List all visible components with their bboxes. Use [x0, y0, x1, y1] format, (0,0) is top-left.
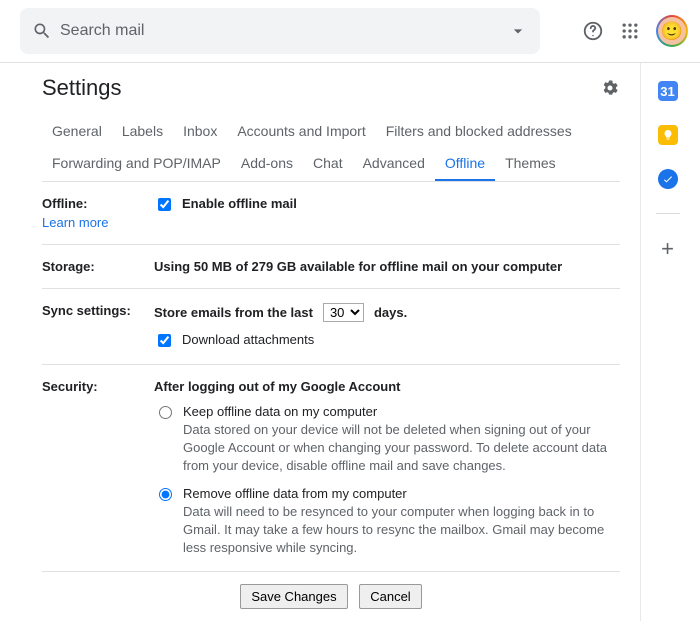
tab-filters-and-blocked-addresses[interactable]: Filters and blocked addresses [376, 115, 582, 147]
tab-labels[interactable]: Labels [112, 115, 173, 147]
tab-add-ons[interactable]: Add-ons [231, 147, 303, 181]
offline-label: Offline: [42, 196, 88, 211]
tab-inbox[interactable]: Inbox [173, 115, 227, 147]
sidepanel-divider [656, 213, 680, 214]
security-heading: After logging out of my Google Account [154, 379, 620, 394]
tab-general[interactable]: General [42, 115, 112, 147]
dropdown-icon[interactable] [508, 21, 528, 41]
sync-suffix: days. [374, 305, 407, 320]
storage-text: Using 50 MB of 279 GB available for offl… [154, 259, 620, 274]
section-sync: Sync settings: Store emails from the las… [42, 288, 620, 364]
download-attachments-checkbox[interactable] [158, 334, 171, 347]
side-panel: 31 + [640, 63, 694, 621]
topbar-right: 🙂 [582, 15, 688, 47]
security-remove-radio[interactable] [159, 488, 172, 501]
storage-label: Storage: [42, 259, 154, 274]
help-icon[interactable] [582, 20, 604, 42]
tab-advanced[interactable]: Advanced [353, 147, 435, 181]
security-keep-label[interactable]: Keep offline data on my computer [183, 404, 620, 419]
account-avatar[interactable]: 🙂 [656, 15, 688, 47]
security-keep-desc: Data stored on your device will not be d… [183, 421, 620, 476]
apps-icon[interactable] [620, 21, 640, 41]
tab-forwarding-and-pop-imap[interactable]: Forwarding and POP/IMAP [42, 147, 231, 181]
sync-days-select[interactable]: 30 [323, 303, 364, 322]
security-remove-label[interactable]: Remove offline data from my computer [183, 486, 620, 501]
calendar-icon[interactable]: 31 [658, 81, 678, 101]
tab-chat[interactable]: Chat [303, 147, 353, 181]
learn-more-link[interactable]: Learn more [42, 215, 154, 230]
cancel-button[interactable]: Cancel [359, 584, 421, 609]
section-storage: Storage: Using 50 MB of 279 GB available… [42, 244, 620, 288]
keep-icon[interactable] [658, 125, 678, 145]
download-attachments-label[interactable]: Download attachments [182, 332, 314, 347]
search-icon[interactable] [32, 21, 52, 41]
security-label: Security: [42, 379, 154, 557]
page-title: Settings [42, 75, 122, 101]
tasks-icon[interactable] [658, 169, 678, 189]
tab-offline[interactable]: Offline [435, 147, 495, 181]
settings-tabs: GeneralLabelsInboxAccounts and ImportFil… [42, 115, 620, 181]
tab-accounts-and-import[interactable]: Accounts and Import [227, 115, 375, 147]
sync-prefix: Store emails from the last [154, 305, 313, 320]
settings-header: Settings [42, 75, 620, 107]
search-input[interactable] [52, 22, 508, 40]
footer: Save Changes Cancel [42, 571, 620, 621]
section-offline: Offline: Learn more Enable offline mail [42, 181, 620, 244]
top-bar: 🙂 [0, 0, 700, 62]
search-box[interactable] [20, 8, 540, 54]
security-remove-desc: Data will need to be resynced to your co… [183, 503, 620, 558]
save-button[interactable]: Save Changes [240, 584, 347, 609]
security-keep-radio[interactable] [159, 406, 172, 419]
tab-themes[interactable]: Themes [495, 147, 566, 181]
sync-label: Sync settings: [42, 303, 154, 350]
enable-offline-checkbox[interactable] [158, 198, 171, 211]
gear-icon[interactable] [600, 78, 620, 98]
offline-label-col: Offline: Learn more [42, 196, 154, 230]
plus-icon[interactable]: + [661, 238, 674, 260]
enable-offline-label[interactable]: Enable offline mail [182, 196, 297, 211]
section-security: Security: After logging out of my Google… [42, 364, 620, 571]
